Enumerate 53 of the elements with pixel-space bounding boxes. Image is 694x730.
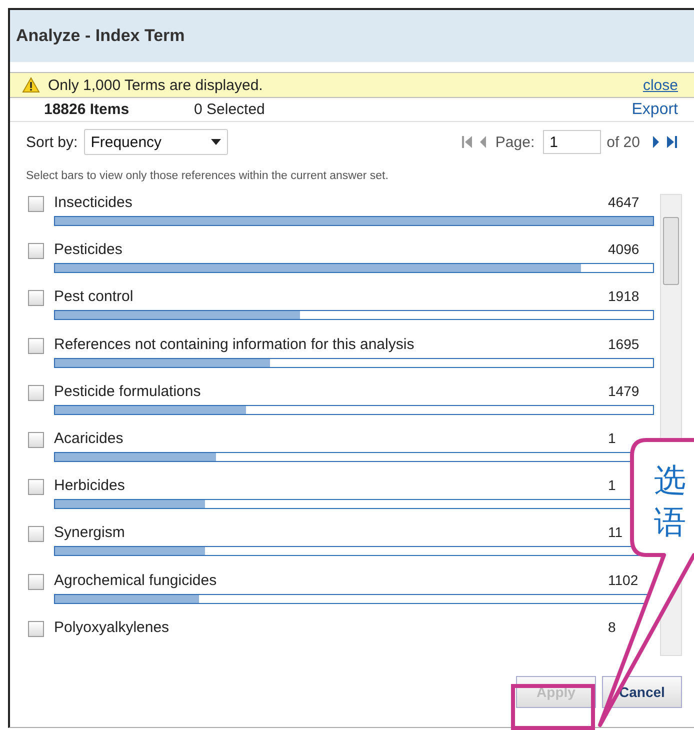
first-page-icon[interactable] <box>461 135 474 149</box>
term-label: Herbicides <box>54 477 126 496</box>
page-label: Page: <box>495 134 535 150</box>
items-count: 18826 Items <box>44 101 130 118</box>
checkbox[interactable] <box>28 243 44 260</box>
term-count: 1 <box>608 477 617 496</box>
term-label: Agrochemical fungicides <box>54 572 218 590</box>
term-count: 1695 <box>608 336 640 354</box>
checkbox[interactable] <box>28 620 44 637</box>
caret-icon <box>210 139 221 145</box>
callout-text: 选 <box>654 464 686 496</box>
term-count: 4647 <box>608 194 640 212</box>
term-count: 11 <box>608 524 624 542</box>
term-label: Pest control <box>54 288 134 306</box>
page-input[interactable]: 1 <box>542 130 601 154</box>
term-label: References not containing information for this analysis <box>54 336 416 354</box>
selected-count: 0 Selected <box>194 101 266 118</box>
checkbox[interactable] <box>28 384 44 401</box>
frequency-bar[interactable] <box>54 310 654 320</box>
close-link[interactable]: close <box>642 76 678 94</box>
term-count: 4096 <box>608 241 640 260</box>
term-label: Polyoxyalkylenes <box>54 618 170 637</box>
checkbox[interactable] <box>28 526 44 542</box>
term-label: Insecticides <box>54 194 134 212</box>
checkbox[interactable] <box>28 290 44 306</box>
page-total: of 20 <box>606 134 640 150</box>
term-label: Pesticides <box>54 241 124 260</box>
frequency-bar[interactable] <box>54 263 654 274</box>
checkbox[interactable] <box>28 574 44 590</box>
frequency-bar[interactable] <box>54 358 654 368</box>
term-count: 1102 <box>608 572 640 590</box>
checkbox[interactable] <box>28 432 44 448</box>
term-count: 8 <box>608 618 617 637</box>
term-label: Acaricides <box>54 430 124 448</box>
checkbox[interactable] <box>28 479 44 496</box>
term-label: Pesticide formulations <box>54 382 202 401</box>
checkbox[interactable] <box>28 196 44 212</box>
warning-icon <box>22 77 40 93</box>
last-page-icon[interactable] <box>666 135 678 149</box>
checkbox[interactable] <box>28 338 44 354</box>
callout-text: 语 <box>654 506 686 538</box>
hint-text: Select bars to view only those references within the current answer set. <box>25 169 390 184</box>
export-link[interactable]: Export <box>632 100 678 118</box>
term-count: 1479 <box>608 382 640 401</box>
term-count: 1 <box>608 430 617 448</box>
sort-label: Sort by: <box>26 134 78 150</box>
frequency-bar[interactable] <box>54 404 654 415</box>
window-title: Analyze - Index Term <box>15 26 185 46</box>
next-page-icon[interactable] <box>650 135 662 149</box>
notice-text: Only 1,000 Terms are displayed. <box>48 76 264 94</box>
term-label: Synergism <box>54 524 126 542</box>
term-count: 1918 <box>608 288 640 306</box>
sort-dropdown[interactable]: Frequency <box>84 129 228 155</box>
